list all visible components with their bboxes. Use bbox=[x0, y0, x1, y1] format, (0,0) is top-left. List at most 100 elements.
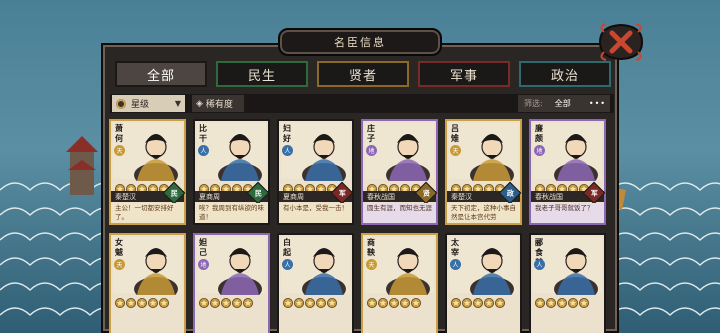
official-portrait bbox=[134, 134, 178, 181]
category-label: 民 bbox=[254, 189, 262, 197]
star-icon bbox=[557, 293, 567, 308]
category-label: 贤 bbox=[422, 189, 430, 197]
star-icon bbox=[159, 293, 169, 308]
star-icon bbox=[221, 293, 231, 308]
star-rating bbox=[283, 179, 337, 194]
official-name: 白起 bbox=[283, 238, 291, 257]
star-rating bbox=[451, 179, 505, 194]
category-label: 军 bbox=[338, 189, 346, 197]
official-card[interactable]: 女魃天 bbox=[109, 233, 186, 333]
official-name: 妇好 bbox=[283, 124, 291, 143]
sort-label: 稀有度 bbox=[205, 100, 233, 110]
official-card[interactable]: 妲己地 bbox=[193, 233, 270, 333]
tab-label: 全部 bbox=[146, 68, 175, 84]
official-card[interactable]: 廉颇地春秋战国军我老子哥哥就饭了？ bbox=[529, 119, 606, 225]
star-icon bbox=[283, 179, 293, 194]
star-icon bbox=[400, 179, 410, 194]
star-icon bbox=[294, 179, 304, 194]
official-quote: 唉？我周到有纵欲的味道！ bbox=[195, 203, 268, 223]
official-card[interactable]: 吕雉天秦楚汉政天下初定，这种小事自然是让本宫代劳 bbox=[445, 119, 522, 225]
star-icon bbox=[232, 179, 242, 194]
element-badge: 地 bbox=[534, 145, 545, 156]
star-icon bbox=[473, 179, 483, 194]
element-badge: 地 bbox=[366, 145, 377, 156]
filter-bar: 星级 ▼ ◈ 稀有度 筛选: 全部 ••• bbox=[110, 94, 614, 113]
star-icon bbox=[462, 179, 472, 194]
star-rating bbox=[367, 179, 421, 194]
element-label: 天 bbox=[452, 148, 459, 155]
star-rating bbox=[535, 293, 589, 308]
official-name: 女魃 bbox=[115, 238, 123, 257]
close-button[interactable] bbox=[596, 22, 646, 62]
star-icon bbox=[367, 293, 377, 308]
element-badge: 人 bbox=[450, 259, 461, 270]
star-icon bbox=[495, 293, 505, 308]
official-card[interactable]: 商鞅天 bbox=[361, 233, 438, 333]
star-icon bbox=[535, 293, 545, 308]
filter-dropdown[interactable]: 筛选: 全部 ••• bbox=[518, 95, 610, 112]
sort-rarity-button[interactable]: ◈ 稀有度 bbox=[192, 95, 244, 112]
element-label: 天 bbox=[116, 148, 123, 155]
tab-politics[interactable]: 政治 bbox=[519, 61, 611, 87]
element-label: 地 bbox=[200, 262, 207, 269]
star-rating bbox=[115, 293, 169, 308]
element-badge: 人 bbox=[282, 145, 293, 156]
chevron-down-icon: ▼ bbox=[174, 99, 181, 108]
official-card[interactable]: 比干人夏商周民唉？我周到有纵欲的味道！ bbox=[193, 119, 270, 225]
filter-label: 筛选: bbox=[524, 99, 543, 108]
star-icon bbox=[305, 179, 315, 194]
element-label: 人 bbox=[452, 262, 459, 269]
official-portrait bbox=[218, 248, 262, 295]
star-sort-icon bbox=[116, 98, 126, 109]
star-icon bbox=[546, 179, 556, 194]
star-icon bbox=[115, 179, 125, 194]
sort-star-dropdown[interactable]: 星级 ▼ bbox=[112, 95, 185, 112]
diamond-icon: ◈ bbox=[196, 98, 203, 109]
element-badge: 天 bbox=[450, 145, 461, 156]
star-icon bbox=[484, 293, 494, 308]
element-label: 人 bbox=[284, 148, 291, 155]
panel-title: 名臣信息 bbox=[278, 28, 442, 56]
official-quote: 有小本是，受我一击！ bbox=[279, 203, 352, 223]
official-card[interactable]: 郦食其人 bbox=[529, 233, 606, 333]
official-name: 商鞅 bbox=[367, 238, 375, 257]
tab-military[interactable]: 军事 bbox=[418, 61, 510, 87]
star-icon bbox=[389, 293, 399, 308]
official-card[interactable]: 萧何天秦楚汉民主公！一切都安排好了。 bbox=[109, 119, 186, 225]
element-badge: 人 bbox=[198, 145, 209, 156]
official-name: 廉颇 bbox=[535, 124, 543, 143]
element-badge: 人 bbox=[534, 259, 545, 270]
official-portrait bbox=[218, 134, 262, 181]
official-quote: 天下初定，这种小事自然是让本宫代劳 bbox=[447, 203, 520, 223]
tab-all[interactable]: 全部 bbox=[115, 61, 207, 87]
tab-sage[interactable]: 贤者 bbox=[317, 61, 409, 87]
star-icon bbox=[568, 293, 578, 308]
official-portrait bbox=[470, 134, 514, 181]
tab-livelihood[interactable]: 民生 bbox=[216, 61, 308, 87]
star-icon bbox=[199, 293, 209, 308]
element-label: 天 bbox=[368, 262, 375, 269]
element-badge: 天 bbox=[366, 259, 377, 270]
official-card[interactable]: 妇好人夏商周军有小本是，受我一击！ bbox=[277, 119, 354, 225]
filter-value: 全部 bbox=[554, 99, 571, 108]
star-rating bbox=[115, 179, 169, 194]
category-label: 民 bbox=[170, 189, 178, 197]
more-icon: ••• bbox=[588, 99, 606, 108]
star-icon bbox=[243, 293, 253, 308]
official-portrait bbox=[302, 134, 346, 181]
star-rating bbox=[451, 293, 505, 308]
star-rating bbox=[199, 179, 253, 194]
star-icon bbox=[473, 293, 483, 308]
official-portrait bbox=[302, 248, 346, 295]
star-icon bbox=[462, 293, 472, 308]
official-card[interactable]: 庄子地春秋战国贤圆生有涯，而知也无涯 bbox=[361, 119, 438, 225]
official-card[interactable]: 白起人 bbox=[277, 233, 354, 333]
star-icon bbox=[210, 179, 220, 194]
star-icon bbox=[210, 293, 220, 308]
element-badge: 天 bbox=[114, 145, 125, 156]
tab-label: 民生 bbox=[247, 68, 276, 84]
official-portrait bbox=[386, 134, 430, 181]
official-name: 庄子 bbox=[367, 124, 375, 143]
sort-label: 星级 bbox=[131, 100, 150, 110]
official-card[interactable]: 太宰人 bbox=[445, 233, 522, 333]
